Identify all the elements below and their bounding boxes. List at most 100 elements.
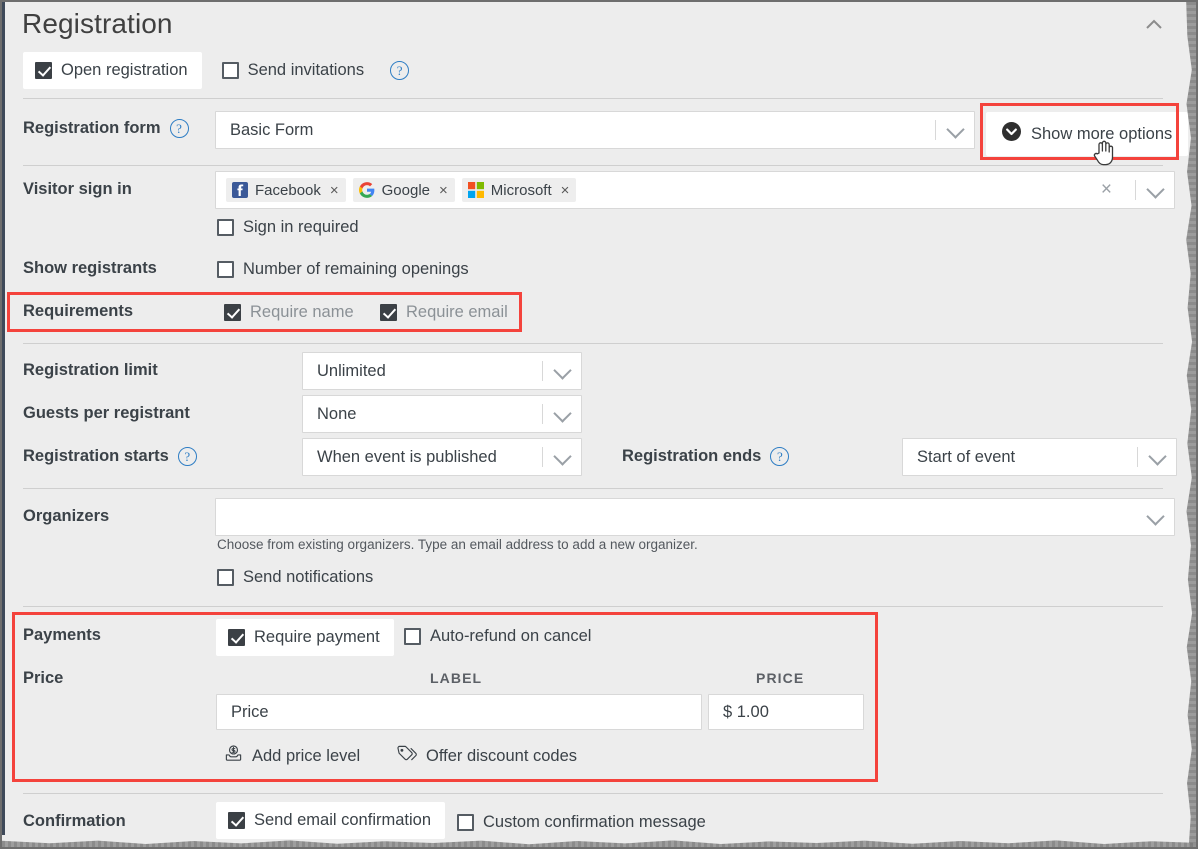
chevron-down-icon[interactable] (946, 120, 965, 139)
window-bottom-edge-artifact (2, 840, 1196, 847)
chevron-down-icon[interactable] (1146, 180, 1165, 199)
custom-confirmation-message-toggle[interactable]: Custom confirmation message (457, 809, 706, 836)
divider (23, 488, 1163, 489)
divider (23, 793, 1163, 794)
field-divider (935, 120, 936, 140)
registration-form-label: Registration form (23, 119, 161, 137)
sign-in-required-checkbox[interactable] (217, 219, 234, 236)
divider (23, 165, 1163, 166)
clear-x-icon[interactable]: × (1101, 180, 1112, 199)
provider-name: Microsoft (490, 181, 552, 199)
provider-chip-facebook[interactable]: Facebook × (226, 178, 346, 202)
require-name-toggle: Require name (224, 299, 354, 326)
sign-in-required-toggle[interactable]: Sign in required (217, 214, 359, 241)
question-mark-icon[interactable]: ? (169, 119, 189, 138)
registration-form-select[interactable]: Basic Form (215, 111, 975, 149)
confirmation-label: Confirmation (23, 812, 126, 830)
auto-refund-toggle[interactable]: Auto-refund on cancel (404, 623, 591, 650)
payments-label: Payments (23, 626, 101, 644)
organizers-hint: Choose from existing organizers. Type an… (217, 537, 698, 552)
chevron-down-icon[interactable] (1148, 447, 1167, 466)
visitor-sign-in-field[interactable]: Facebook × Google × Microsoft × × (215, 171, 1175, 209)
divider (23, 343, 1163, 344)
registration-limit-value: Unlimited (317, 361, 386, 380)
send-invitations-toggle[interactable]: Send invitations (210, 52, 379, 89)
require-email-label: Require email (406, 303, 508, 321)
offer-discount-codes-label: Offer discount codes (426, 746, 578, 765)
send-invitations-label: Send invitations (247, 61, 365, 79)
require-payment-label: Require payment (254, 628, 380, 646)
question-mark-icon[interactable]: ? (177, 447, 197, 466)
field-divider (542, 404, 543, 424)
provider-chip-microsoft[interactable]: Microsoft × (461, 178, 577, 202)
registration-ends-value: Start of event (917, 447, 1016, 466)
require-name-checkbox (224, 304, 241, 321)
page-title: Registration (22, 8, 173, 39)
auto-refund-label: Auto-refund on cancel (430, 627, 592, 645)
send-email-confirmation-toggle[interactable]: Send email confirmation (216, 802, 446, 839)
send-notifications-label: Send notifications (243, 568, 374, 586)
remaining-openings-checkbox[interactable] (217, 261, 234, 278)
guests-per-registrant-select[interactable]: None (302, 395, 582, 433)
registration-form-label-group: Registration form ? (23, 119, 189, 138)
show-more-options-button[interactable]: Show more options (986, 112, 1189, 156)
field-divider (1137, 447, 1138, 467)
open-registration-label: Open registration (61, 61, 188, 79)
offer-discount-codes-button[interactable]: Offer discount codes (396, 744, 577, 768)
registration-limit-select[interactable]: Unlimited (302, 352, 582, 390)
remove-x-icon[interactable]: × (439, 182, 448, 199)
price-level-label-input[interactable]: Price (216, 694, 702, 730)
send-email-confirmation-checkbox[interactable] (228, 812, 245, 829)
organizers-input[interactable] (215, 498, 1175, 536)
price-level-price-input[interactable]: $ 1.00 (708, 694, 864, 730)
chevron-down-icon[interactable] (1146, 507, 1165, 526)
send-invitations-checkbox[interactable] (221, 62, 239, 79)
require-payment-toggle[interactable]: Require payment (216, 619, 394, 656)
add-price-level-label: Add price level (252, 746, 361, 765)
remove-x-icon[interactable]: × (561, 182, 570, 199)
chevron-down-icon[interactable] (553, 447, 572, 466)
sign-in-required-label: Sign in required (243, 218, 359, 236)
guests-per-registrant-value: None (317, 404, 357, 423)
field-divider (542, 361, 543, 381)
guests-per-registrant-label: Guests per registrant (23, 404, 190, 422)
auto-refund-checkbox[interactable] (404, 628, 421, 645)
provider-name: Google (381, 181, 431, 199)
price-price-column-header: PRICE (756, 670, 805, 686)
remaining-openings-toggle[interactable]: Number of remaining openings (217, 256, 469, 283)
require-payment-checkbox[interactable] (228, 629, 245, 646)
send-notifications-checkbox[interactable] (217, 569, 234, 586)
question-mark-icon[interactable]: ? (770, 447, 790, 466)
registration-ends-label-group: Registration ends ? (622, 447, 790, 466)
require-email-toggle: Require email (380, 299, 508, 326)
registration-limit-label: Registration limit (23, 361, 158, 379)
field-divider (1135, 180, 1136, 200)
chevron-down-circle-icon (1002, 122, 1021, 146)
provider-chip-list: Facebook × Google × Microsoft × (216, 178, 577, 202)
registration-starts-value: When event is published (317, 447, 497, 466)
facebook-icon (232, 182, 248, 198)
question-mark-icon[interactable]: ? (390, 61, 410, 80)
remove-x-icon[interactable]: × (330, 182, 339, 199)
registration-ends-label: Registration ends (622, 447, 762, 465)
remaining-openings-label: Number of remaining openings (243, 260, 469, 278)
registration-ends-select[interactable]: Start of event (902, 438, 1177, 476)
add-price-level-button[interactable]: Add price level (224, 744, 360, 768)
price-label-column-header: LABEL (430, 670, 483, 686)
chevron-down-icon[interactable] (553, 404, 572, 423)
registration-starts-select[interactable]: When event is published (302, 438, 582, 476)
open-registration-checkbox[interactable] (35, 62, 52, 79)
require-email-checkbox (380, 304, 397, 321)
chevron-up-icon[interactable] (1141, 12, 1167, 38)
open-registration-toggle[interactable]: Open registration (23, 52, 202, 89)
custom-confirmation-message-checkbox[interactable] (457, 814, 474, 831)
chevron-down-icon[interactable] (553, 361, 572, 380)
price-level-label-value: Price (231, 702, 269, 721)
registration-starts-label-group: Registration starts ? (23, 447, 197, 466)
money-tray-icon (224, 744, 243, 768)
tag-icon (396, 744, 417, 768)
send-notifications-toggle[interactable]: Send notifications (217, 564, 373, 591)
price-level-price-value: $ 1.00 (723, 702, 769, 721)
visitor-sign-in-label: Visitor sign in (23, 180, 132, 198)
provider-chip-google[interactable]: Google × (352, 178, 455, 202)
